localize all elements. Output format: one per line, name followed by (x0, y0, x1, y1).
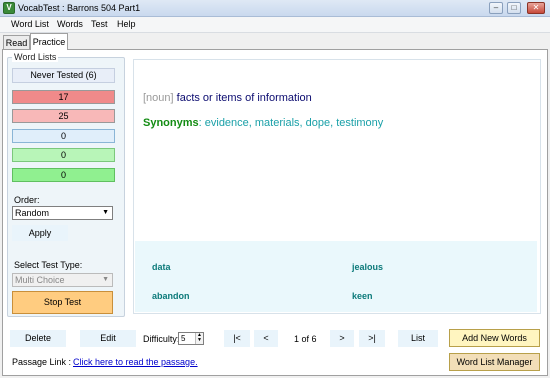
passage-link[interactable]: Click here to read the passage. (73, 357, 198, 367)
part-of-speech: [noun] (143, 92, 174, 104)
tab-practice[interactable]: Practice (30, 33, 68, 50)
apply-button[interactable]: Apply (12, 225, 68, 241)
page-counter: 1 of 6 (294, 334, 317, 344)
definition-text: facts or items of information (173, 92, 312, 104)
list-level-3[interactable]: 0 (12, 129, 115, 143)
dropdown-arrow-icon: ▼ (102, 276, 109, 283)
test-type-label: Select Test Type: (14, 260, 83, 270)
choice-2[interactable]: jealous (352, 262, 383, 272)
minimize-button[interactable]: – (489, 2, 503, 14)
dropdown-arrow-icon: ▼ (102, 209, 109, 216)
difficulty-stepper[interactable]: 5 ▲ ▼ (178, 332, 204, 345)
add-new-words-button[interactable]: Add New Words (449, 329, 540, 347)
synonyms-text: : evidence, materials, dope, testimony (198, 117, 384, 129)
menu-bar: Word List Words Test Help (0, 17, 550, 33)
list-level-2[interactable]: 25 (12, 109, 115, 123)
menu-test[interactable]: Test (89, 19, 110, 29)
list-never-tested[interactable]: Never Tested (6) (12, 68, 115, 83)
test-type-select-value: Multi Choice (15, 275, 65, 285)
first-button[interactable]: |< (224, 330, 250, 347)
next-button[interactable]: > (330, 330, 354, 347)
difficulty-value: 5 (181, 334, 186, 343)
menu-help[interactable]: Help (115, 19, 138, 29)
difficulty-label: Difficulty: (143, 334, 180, 344)
word-lists-legend: Word Lists (12, 52, 59, 62)
choice-4[interactable]: keen (352, 291, 373, 301)
list-level-4[interactable]: 0 (12, 148, 115, 162)
synonyms: Synonyms: evidence, materials, dope, tes… (143, 117, 383, 129)
prev-button[interactable]: < (254, 330, 278, 347)
synonyms-label: Synonyms (143, 117, 199, 129)
stop-test-button[interactable]: Stop Test (12, 291, 113, 314)
app-icon: V (3, 2, 15, 14)
title-bar: V VocabTest : Barrons 504 Part1 – □ ✕ (0, 0, 550, 17)
choice-1[interactable]: data (152, 262, 171, 272)
menu-word-list[interactable]: Word List (9, 19, 51, 29)
delete-button[interactable]: Delete (10, 330, 66, 347)
answer-choices (135, 241, 537, 312)
tab-read[interactable]: Read (3, 35, 30, 50)
order-select-value: Random (15, 208, 50, 218)
test-type-select[interactable]: Multi Choice ▼ (12, 273, 113, 287)
definition: [noun] facts or items of information (143, 92, 312, 104)
choice-3[interactable]: abandon (152, 291, 190, 301)
window-title: VocabTest : Barrons 504 Part1 (18, 3, 141, 13)
close-button[interactable]: ✕ (527, 2, 545, 14)
word-list-manager-button[interactable]: Word List Manager (449, 353, 540, 371)
last-button[interactable]: >| (359, 330, 385, 347)
passage-label: Passage Link : (12, 357, 72, 367)
menu-words[interactable]: Words (55, 19, 85, 29)
maximize-button[interactable]: □ (507, 2, 521, 14)
order-select[interactable]: Random ▼ (12, 206, 113, 220)
list-level-5[interactable]: 0 (12, 168, 115, 182)
order-label: Order: (14, 195, 40, 205)
spin-arrows-icon[interactable]: ▲ ▼ (195, 333, 203, 344)
list-button[interactable]: List (398, 330, 438, 347)
edit-button[interactable]: Edit (80, 330, 136, 347)
list-level-1[interactable]: 17 (12, 90, 115, 104)
